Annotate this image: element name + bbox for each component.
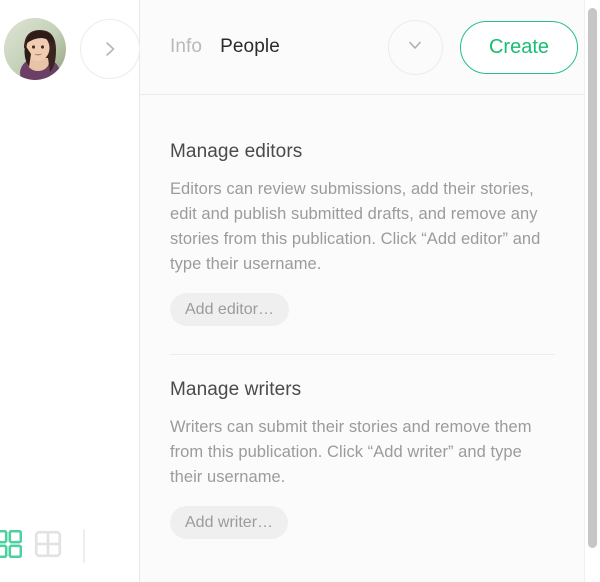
- panel-content: Manage editors Editors can review submis…: [140, 95, 600, 582]
- toolbar-divider: [83, 529, 85, 563]
- tab-info[interactable]: Info: [170, 36, 202, 58]
- add-writer-button[interactable]: Add writer…: [170, 506, 289, 539]
- scrollbar-thumb[interactable]: [588, 8, 597, 548]
- section-title: Manage writers: [170, 379, 302, 400]
- next-arrow-button[interactable]: [80, 19, 140, 79]
- sidebar-bottom-toolbar: [0, 526, 140, 566]
- create-button[interactable]: Create: [459, 20, 578, 74]
- section-manage-writers: Manage writers Writers can submit their …: [170, 355, 600, 539]
- tab-people[interactable]: People: [220, 36, 280, 58]
- left-sidebar: [0, 0, 140, 582]
- tab-bar: Info People: [170, 36, 280, 58]
- grid-view-active-button[interactable]: [0, 529, 23, 563]
- grid-view-button[interactable]: [34, 530, 62, 563]
- header-actions: Create: [387, 19, 578, 75]
- main-panel: Info People Create Manage editors Editor…: [140, 0, 600, 582]
- panel-header: Info People Create: [140, 0, 600, 95]
- avatar[interactable]: [4, 18, 66, 80]
- sidebar-header: [4, 18, 140, 80]
- add-editor-button[interactable]: Add editor…: [170, 293, 289, 326]
- section-description: Editors can review submissions, add thei…: [170, 180, 541, 273]
- table-grid-icon: [34, 530, 62, 563]
- section-description: Writers can submit their stories and rem…: [170, 418, 532, 486]
- grid-squares-icon: [0, 529, 23, 563]
- section-title: Manage editors: [170, 141, 303, 162]
- app-root: Info People Create Manage editors Editor…: [0, 0, 600, 582]
- section-manage-editors: Manage editors Editors can review submis…: [170, 95, 600, 326]
- dropdown-button[interactable]: [387, 19, 443, 75]
- scrollbar-track[interactable]: [584, 0, 600, 582]
- chevron-down-icon: [405, 35, 425, 60]
- chevron-right-icon: [100, 39, 120, 59]
